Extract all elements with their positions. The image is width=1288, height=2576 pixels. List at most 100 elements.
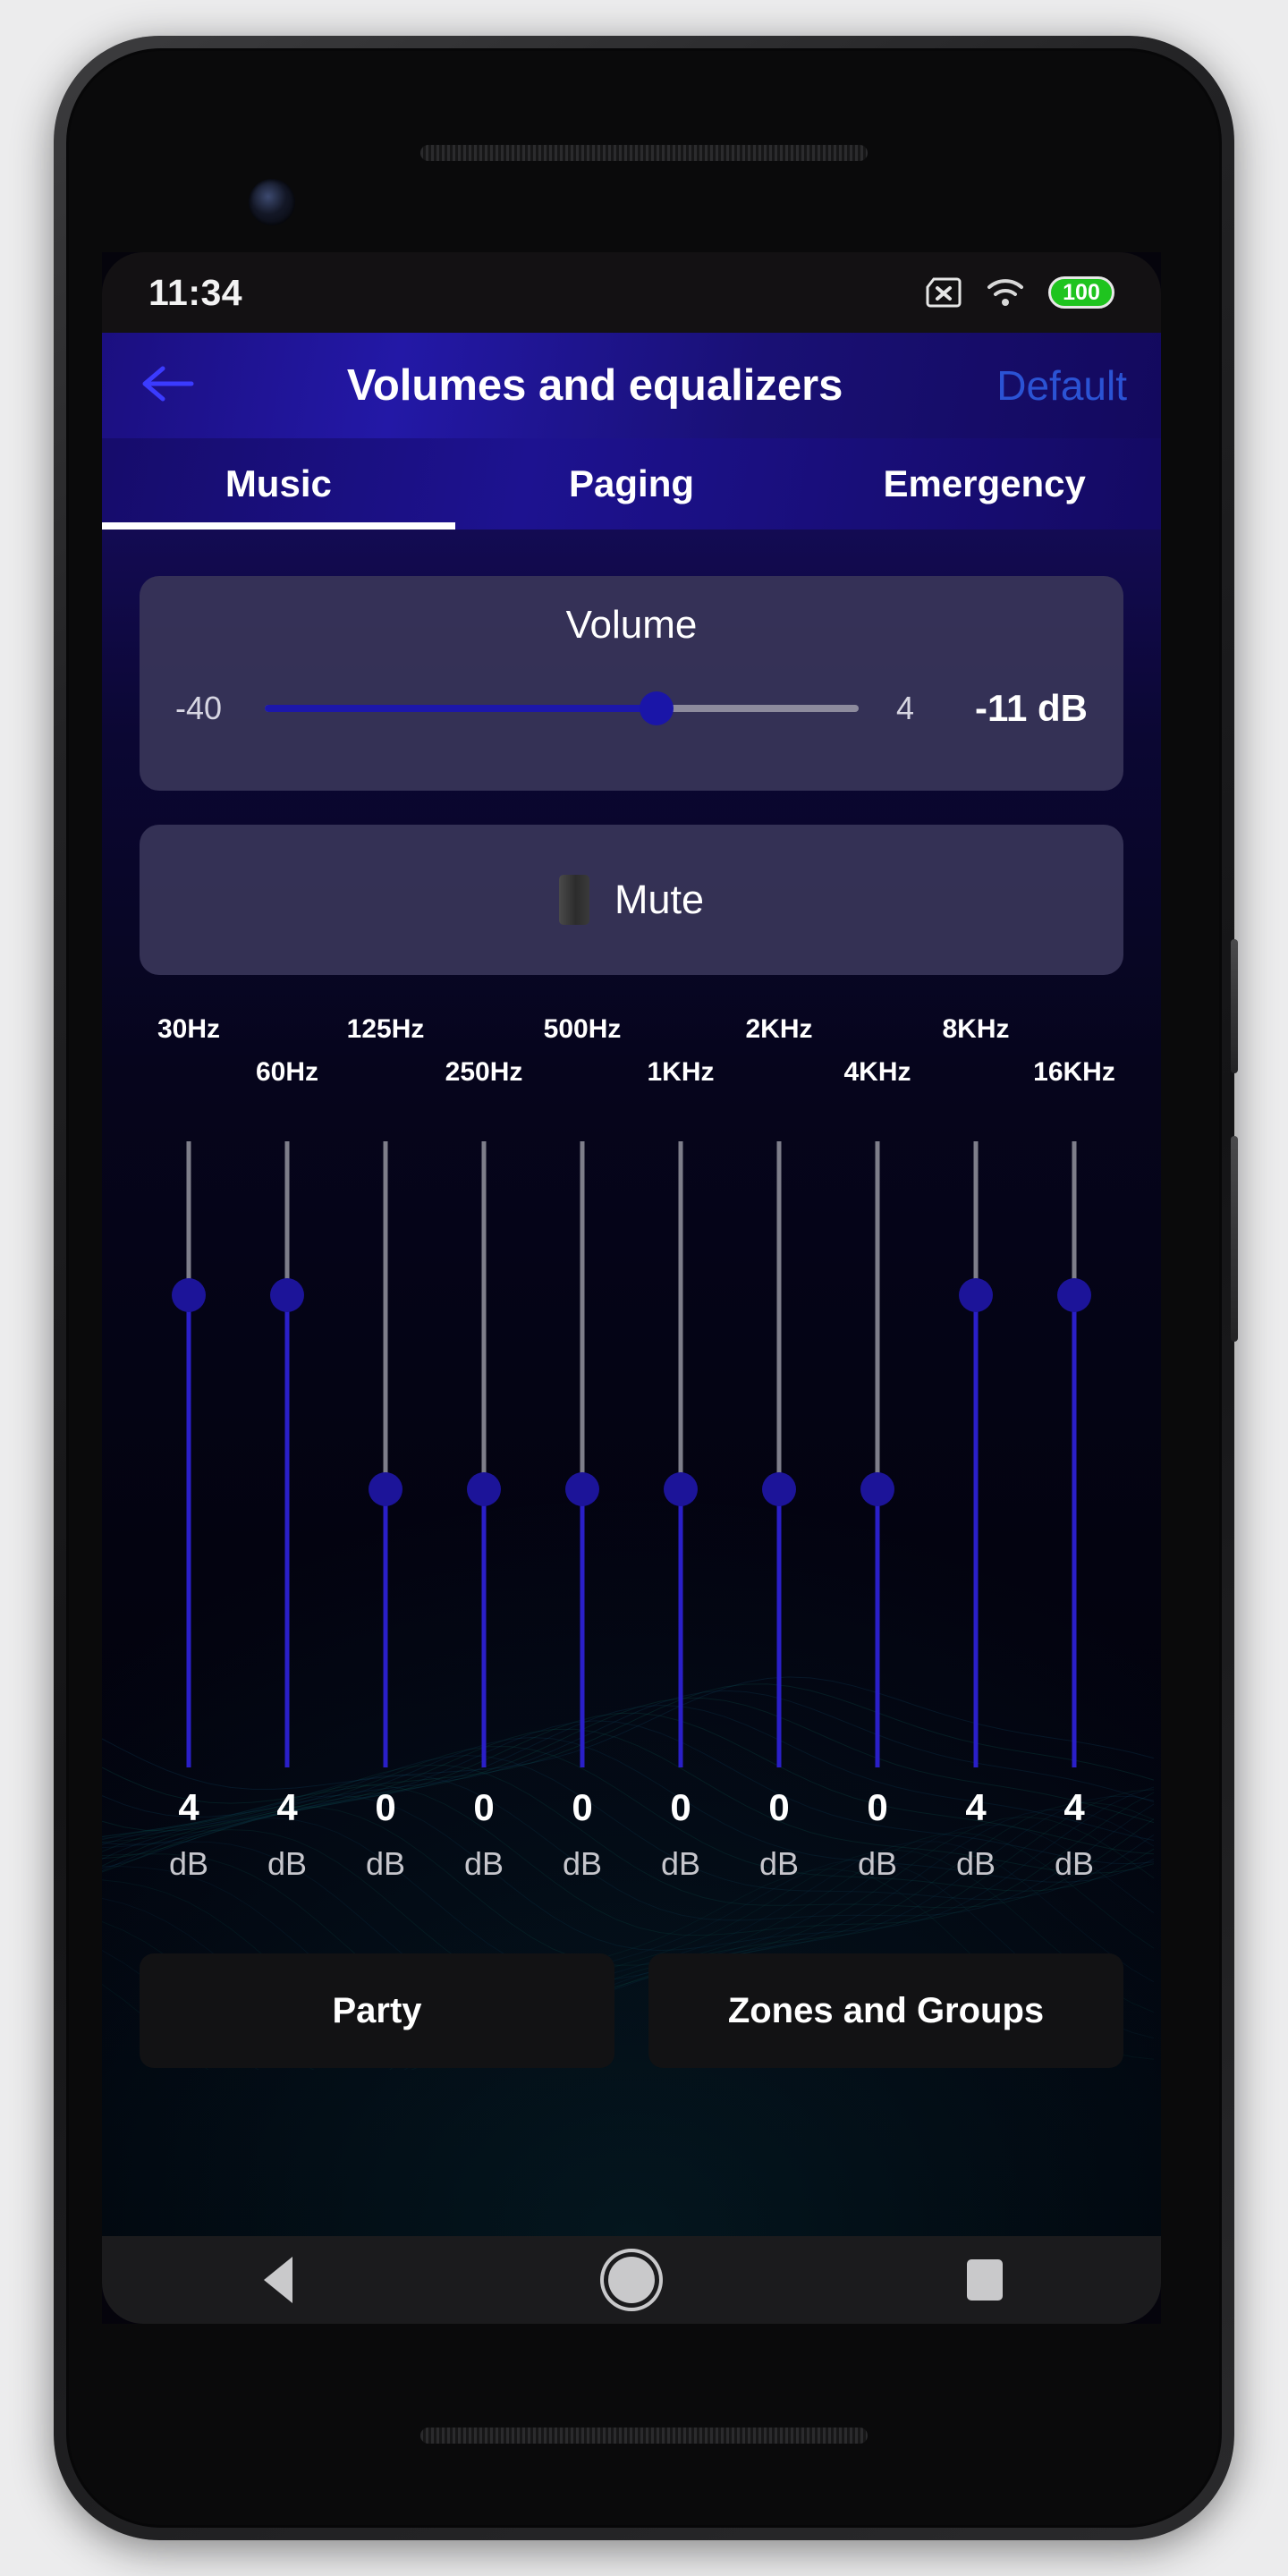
- eq-slider-thumb[interactable]: [762, 1471, 796, 1506]
- eq-value-column: 4 dB: [251, 1789, 323, 1880]
- eq-value-number: 0: [473, 1786, 495, 1828]
- volume-slider-row: -40 4 -11 dB: [140, 687, 1123, 730]
- mute-row: Mute: [140, 825, 1123, 975]
- volume-value-label: -11 dB: [974, 687, 1088, 729]
- eq-value-number: 4: [1063, 1786, 1085, 1828]
- volume-slider-thumb[interactable]: [639, 691, 674, 725]
- triangle-back-icon: [264, 2257, 293, 2303]
- eq-slider-fill: [1072, 1294, 1077, 1767]
- tab-paging[interactable]: Paging: [455, 438, 809, 530]
- mute-card[interactable]: Mute: [140, 825, 1123, 975]
- eq-value-number: 4: [965, 1786, 987, 1828]
- party-button[interactable]: Party: [140, 1953, 614, 2068]
- eq-slider-band[interactable]: [457, 1141, 511, 1767]
- eq-slider-band[interactable]: [359, 1141, 412, 1767]
- page-title: Volumes and equalizers: [346, 361, 843, 410]
- tab-emergency[interactable]: Emergency: [808, 438, 1161, 530]
- status-icons: 100: [925, 276, 1114, 309]
- eq-value-column: 0 dB: [842, 1789, 913, 1880]
- volume-slider-fill: [265, 705, 657, 712]
- volume-min-label: -40: [175, 690, 223, 726]
- eq-value-unit: dB: [660, 1845, 701, 1882]
- eq-slider-band[interactable]: [1047, 1141, 1101, 1767]
- eq-slider-band[interactable]: [162, 1141, 216, 1767]
- eq-slider-band[interactable]: [949, 1141, 1003, 1767]
- eq-frequency-label: 8KHz: [942, 1014, 1010, 1044]
- battery-level-label: 100: [1063, 279, 1100, 305]
- eq-slider-thumb[interactable]: [172, 1277, 206, 1312]
- eq-frequency-label: 1KHz: [647, 1057, 715, 1087]
- volume-max-label: 4: [895, 690, 914, 726]
- android-nav-bar: [102, 2236, 1161, 2324]
- status-bar: 11:34 100: [102, 252, 1161, 333]
- eq-value-column: 0 dB: [743, 1789, 815, 1880]
- eq-slider-band[interactable]: [555, 1141, 609, 1767]
- eq-slider-fill: [875, 1488, 880, 1767]
- nav-back-button[interactable]: [225, 2236, 332, 2324]
- eq-slider-thumb[interactable]: [860, 1471, 894, 1506]
- eq-value-unit: dB: [955, 1845, 996, 1882]
- eq-slider-band[interactable]: [654, 1141, 708, 1767]
- back-button[interactable]: [132, 351, 202, 420]
- phone-frame: 11:34 100 Volumes and equalizers Default…: [54, 36, 1238, 2540]
- eq-slider-fill: [678, 1488, 683, 1767]
- eq-frequency-label: 30Hz: [157, 1014, 221, 1044]
- app-header: Volumes and equalizers Default: [102, 333, 1161, 438]
- mute-label: Mute: [614, 877, 705, 922]
- eq-slider-fill: [186, 1294, 191, 1767]
- bottom-speaker-grille: [420, 2428, 868, 2444]
- eq-slider-thumb[interactable]: [664, 1471, 698, 1506]
- eq-value-number: 4: [276, 1786, 298, 1828]
- tab-music[interactable]: Music: [102, 438, 455, 530]
- eq-slider-thumb[interactable]: [270, 1277, 304, 1312]
- eq-value-number: 0: [572, 1786, 593, 1828]
- earpiece-speaker: [420, 145, 868, 161]
- equalizer-frequency-labels: 30Hz 60Hz 125Hz 250Hz 500Hz 1KHz 2KHz 4KHz 8KHz 1…: [140, 1013, 1123, 1113]
- eq-value-unit: dB: [1054, 1845, 1095, 1882]
- volume-card-title: Volume: [565, 603, 698, 647]
- eq-slider-fill: [481, 1488, 487, 1767]
- no-sim-icon: [925, 277, 962, 308]
- eq-frequency-label: 125Hz: [346, 1014, 425, 1044]
- eq-slider-band[interactable]: [260, 1141, 314, 1767]
- zones-and-groups-button[interactable]: Zones and Groups: [648, 1953, 1123, 2068]
- eq-slider-fill: [383, 1488, 388, 1767]
- default-preset-button[interactable]: Default: [996, 361, 1131, 410]
- eq-slider-thumb[interactable]: [1057, 1277, 1091, 1312]
- main-content: Volume -40 4 -11 dB Mute 30Hz 60Hz 125Hz…: [102, 530, 1161, 2236]
- tab-bar: Music Paging Emergency: [102, 438, 1161, 530]
- equalizer-sliders: [140, 1141, 1123, 1767]
- bottom-button-row: Party Zones and Groups: [140, 1953, 1123, 2068]
- eq-value-column: 0 dB: [645, 1789, 716, 1880]
- eq-slider-thumb[interactable]: [369, 1471, 402, 1506]
- eq-slider-thumb[interactable]: [565, 1471, 599, 1506]
- eq-frequency-label: 500Hz: [543, 1014, 622, 1044]
- nav-recents-button[interactable]: [931, 2236, 1038, 2324]
- eq-value-column: 4 dB: [153, 1789, 225, 1880]
- eq-frequency-label: 250Hz: [445, 1057, 523, 1087]
- eq-slider-band[interactable]: [851, 1141, 904, 1767]
- eq-slider-band[interactable]: [752, 1141, 806, 1767]
- volume-slider[interactable]: [265, 689, 859, 728]
- battery-icon: 100: [1048, 276, 1114, 309]
- eq-value-number: 0: [768, 1786, 790, 1828]
- checkbox-unchecked-icon[interactable]: [558, 875, 589, 925]
- power-button[interactable]: [1231, 939, 1238, 1073]
- phone-screen: 11:34 100 Volumes and equalizers Default…: [102, 252, 1161, 2324]
- arrow-left-icon: [140, 361, 195, 411]
- eq-slider-thumb[interactable]: [959, 1277, 993, 1312]
- eq-frequency-label: 2KHz: [745, 1014, 813, 1044]
- eq-slider-thumb[interactable]: [467, 1471, 501, 1506]
- eq-value-column: 0 dB: [547, 1789, 618, 1880]
- eq-frequency-label: 4KHz: [843, 1057, 911, 1087]
- eq-value-unit: dB: [267, 1845, 308, 1882]
- nav-home-button[interactable]: [578, 2236, 685, 2324]
- eq-value-unit: dB: [168, 1845, 209, 1882]
- status-clock: 11:34: [148, 271, 243, 313]
- eq-value-number: 4: [178, 1786, 199, 1828]
- eq-value-unit: dB: [758, 1845, 800, 1882]
- volume-rocker-button[interactable]: [1231, 1136, 1238, 1342]
- eq-slider-fill: [776, 1488, 782, 1767]
- eq-value-number: 0: [375, 1786, 396, 1828]
- eq-frequency-label: 16KHz: [1033, 1057, 1115, 1087]
